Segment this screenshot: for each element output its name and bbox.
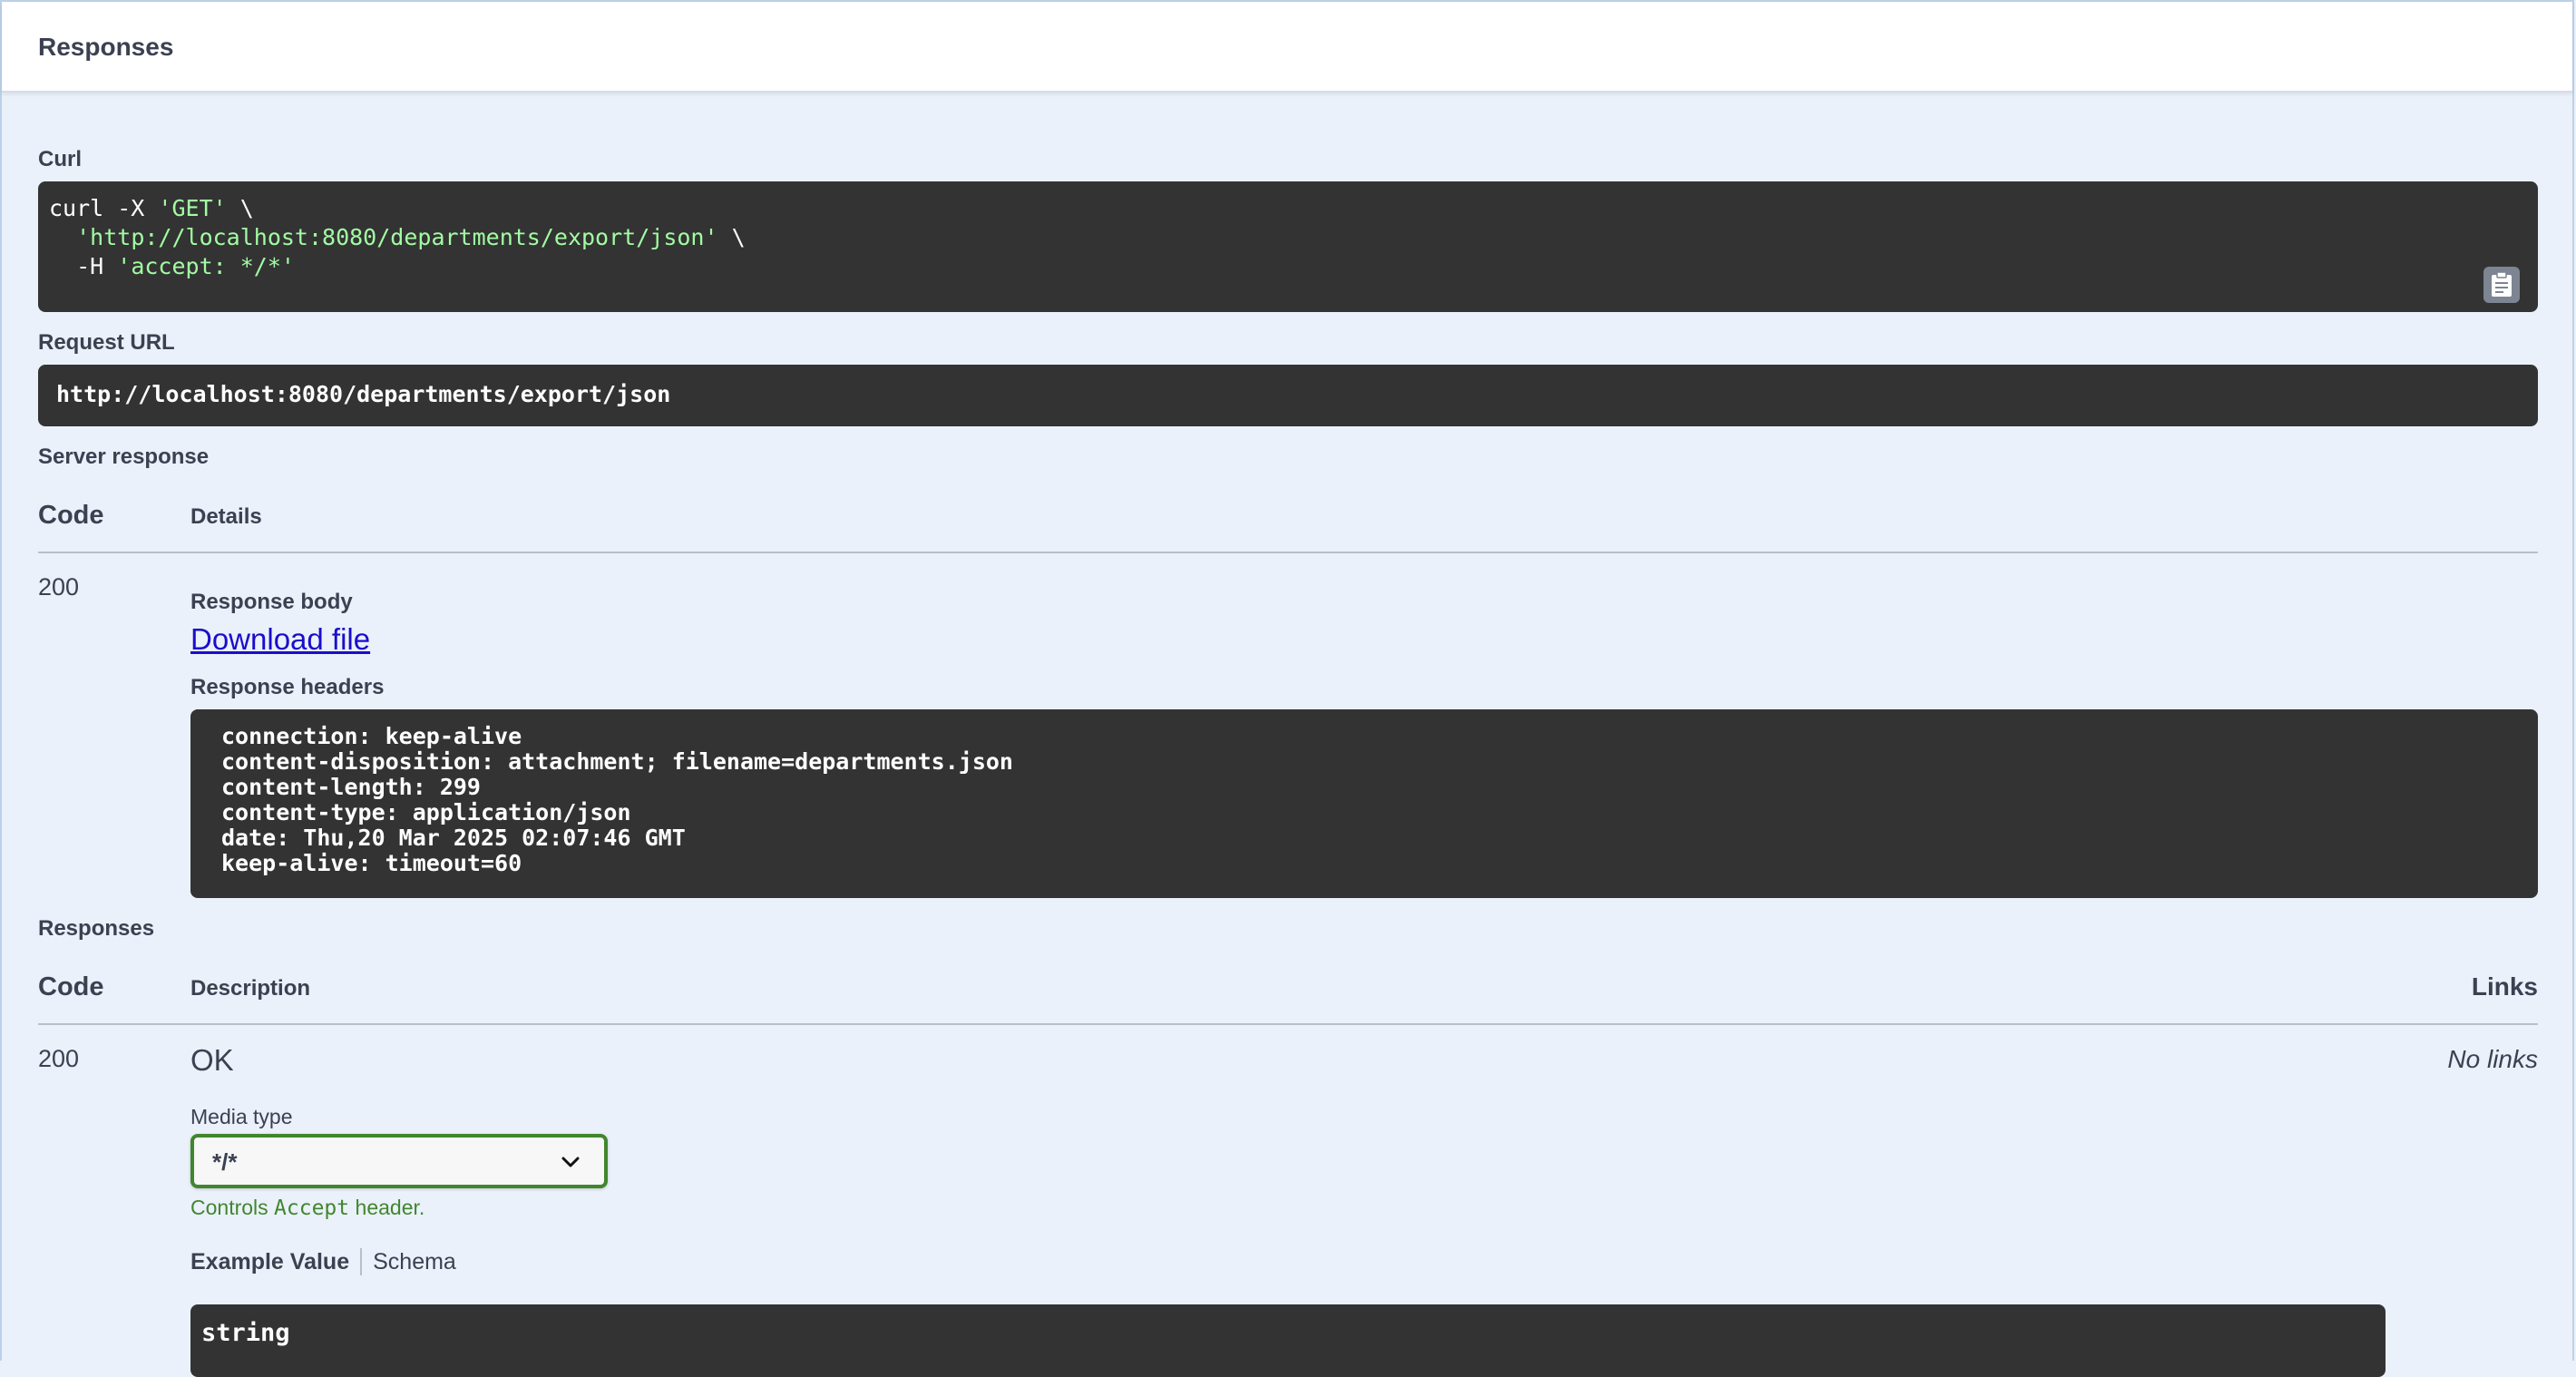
server-response-code: 200	[38, 573, 80, 601]
media-type-label: Media type	[190, 1105, 293, 1128]
curl-method: 'GET'	[158, 195, 227, 221]
server-response-code-header: Code	[38, 501, 104, 530]
example-value-block[interactable]: string	[190, 1304, 2386, 1377]
tab-example-value[interactable]: Example Value	[190, 1249, 360, 1275]
server-response-details-header: Details	[190, 504, 262, 529]
header-line: content-disposition: attachment; filenam…	[221, 748, 1013, 775]
header-line: keep-alive: timeout=60	[221, 850, 522, 876]
request-url-label: Request URL	[38, 330, 175, 355]
tab-schema[interactable]: Schema	[362, 1249, 456, 1275]
example-tabs: Example Value Schema	[190, 1248, 456, 1275]
line-continuation: \	[717, 224, 746, 250]
response-headers-block[interactable]: connection: keep-alive content-dispositi…	[190, 709, 2538, 898]
responses-header-bar: Responses	[2, 2, 2572, 93]
media-type-value: */*	[212, 1148, 238, 1176]
hint-text: Controls	[190, 1196, 275, 1219]
chevron-down-icon	[561, 1157, 580, 1167]
responses-code-header: Code	[38, 972, 104, 1001]
curl-code-block[interactable]: curl -X 'GET' \ 'http://localhost:8080/d…	[38, 181, 2538, 312]
media-type-hint: Controls Accept header.	[190, 1196, 424, 1220]
server-response-label: Server response	[38, 444, 210, 469]
header-line: content-type: application/json	[221, 799, 631, 825]
header-line: content-length: 299	[221, 774, 481, 800]
hint-text: header.	[349, 1196, 425, 1219]
section-title: Responses	[38, 33, 174, 61]
responses-links-header: Links	[2471, 972, 2538, 1001]
copy-to-clipboard-button[interactable]	[2483, 267, 2520, 303]
responses-label: Responses	[38, 916, 155, 941]
table-divider	[38, 552, 2538, 553]
curl-header-flag: -H	[76, 253, 118, 279]
header-line: connection: keep-alive	[221, 723, 522, 749]
curl-url: 'http://localhost:8080/departments/expor…	[76, 224, 718, 250]
curl-header-value: 'accept: */*'	[117, 253, 295, 279]
response-code: 200	[38, 1045, 80, 1072]
response-body-label: Response body	[190, 590, 353, 614]
response-headers-label: Response headers	[190, 675, 385, 699]
responses-description-header: Description	[190, 976, 311, 1001]
response-links: No links	[2447, 1045, 2538, 1073]
download-file-link[interactable]: Download file	[190, 622, 370, 657]
line-continuation: \	[226, 195, 254, 221]
header-line: date: Thu,20 Mar 2025 02:07:46 GMT	[221, 825, 686, 851]
clipboard-icon	[2492, 271, 2512, 297]
request-url-block[interactable]: http://localhost:8080/departments/export…	[38, 365, 2538, 426]
response-description: OK	[190, 1043, 234, 1077]
curl-command: curl -X	[49, 195, 159, 221]
table-divider	[38, 1023, 2538, 1025]
hint-code: Accept	[274, 1196, 350, 1220]
media-type-select[interactable]: */*	[190, 1134, 608, 1188]
curl-label: Curl	[38, 147, 82, 171]
